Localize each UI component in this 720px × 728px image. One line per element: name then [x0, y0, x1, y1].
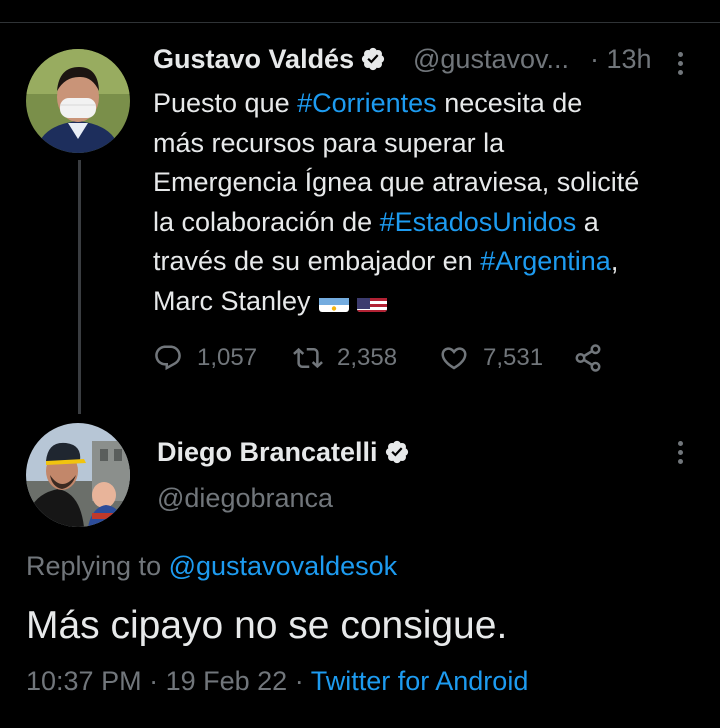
verified-badge-icon: [361, 47, 385, 71]
usa-flag-icon: [356, 291, 387, 312]
top-divider: [0, 0, 720, 23]
replying-to: Replying to @gustavovaldesok: [26, 551, 398, 581]
more-options-icon[interactable]: [674, 52, 686, 80]
mention-link[interactable]: @gustavovaldesok: [169, 551, 398, 581]
tweet-source-link[interactable]: Twitter for Android: [311, 666, 529, 696]
tweet-time[interactable]: 10:37 PM: [26, 666, 142, 696]
reply-icon: [155, 345, 181, 371]
argentina-flag-icon: [318, 291, 349, 312]
thread-connector-line: [78, 160, 81, 414]
tweet-line: Marc Stanley: [153, 282, 713, 322]
tweet-line: más recursos para superar la: [153, 127, 505, 158]
retweet-button[interactable]: 2,358: [293, 343, 439, 373]
like-button[interactable]: 7,531: [439, 343, 573, 373]
tweet-timestamp[interactable]: · 13h: [590, 44, 652, 75]
tweet-text: Puesto que #Corrientes necesita de más r…: [153, 84, 713, 321]
hashtag-link[interactable]: #Argentina: [480, 246, 611, 276]
tweet-line: Emergencia Ígnea que atraviesa, solicité: [153, 167, 640, 197]
avatar[interactable]: [26, 49, 130, 153]
reply-author-handle[interactable]: @diegobranca: [157, 483, 333, 514]
tweet-line: la colaboración de #EstadosUnidos a: [153, 206, 599, 237]
more-options-icon[interactable]: [674, 441, 686, 469]
verified-badge-icon: [385, 440, 408, 464]
reply-author-name[interactable]: Diego Brancatelli: [157, 437, 410, 468]
avatar[interactable]: [26, 423, 130, 527]
author-name[interactable]: Gustavo Valdés: [153, 44, 386, 75]
tweet-date[interactable]: 19 Feb 22: [166, 666, 288, 696]
hashtag-link[interactable]: #Corrientes: [297, 88, 437, 118]
hashtag-link[interactable]: #EstadosUnidos: [380, 207, 577, 237]
share-button[interactable]: [573, 343, 617, 373]
author-handle[interactable]: @gustavov...: [413, 44, 569, 75]
reply-button[interactable]: 1,057: [153, 343, 293, 373]
share-icon: [575, 344, 601, 372]
reply-text: Más cipayo no se consigue.: [26, 604, 508, 647]
retweet-icon: [293, 347, 323, 369]
tweet-actions: 1,057 2,358 7,531: [153, 338, 617, 378]
tweet-meta: 10:37 PM · 19 Feb 22 · Twitter for Andro…: [26, 666, 529, 696]
tweet-line: través de su embajador en #Argentina,: [153, 246, 619, 276]
heart-icon: [441, 347, 467, 370]
tweet-line: Puesto que #Corrientes necesita de: [153, 88, 583, 118]
